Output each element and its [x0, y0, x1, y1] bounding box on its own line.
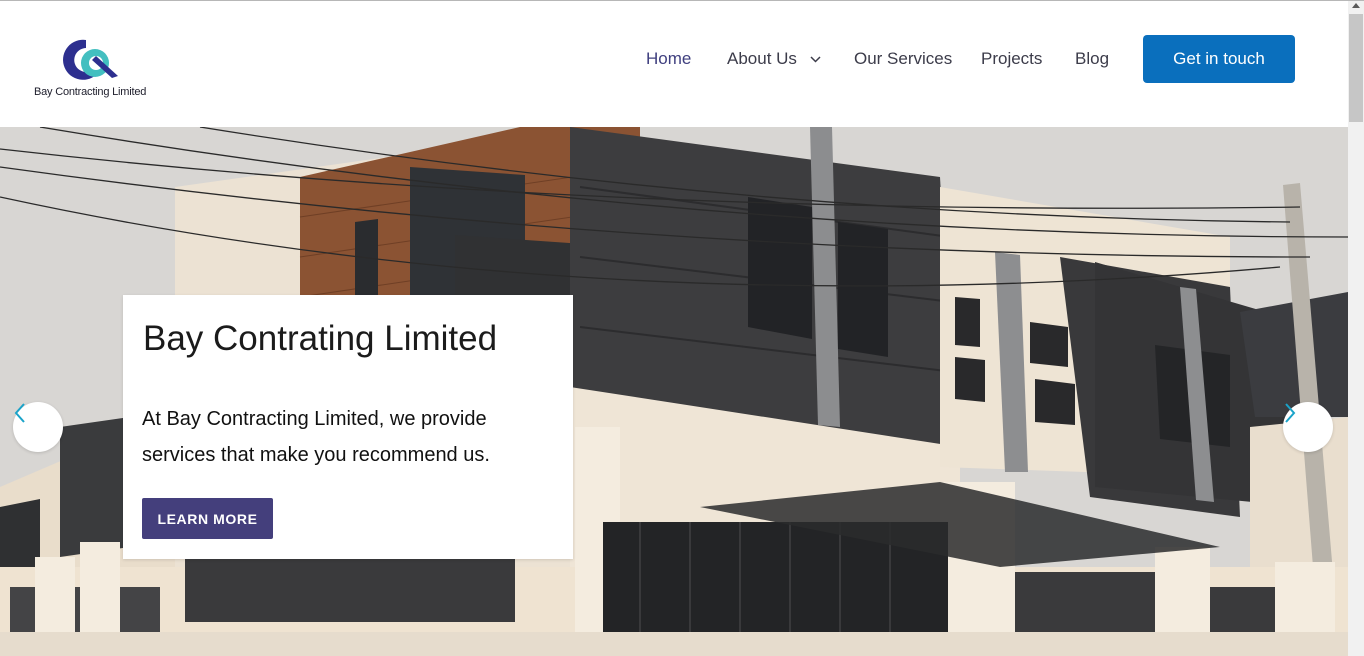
learn-more-button[interactable]: LEARN MORE [142, 498, 273, 539]
nav-home[interactable]: Home [646, 49, 691, 69]
scrollbar-thumb[interactable] [1349, 14, 1363, 122]
site-header: Bay Contracting Limited Home About Us Ou… [0, 1, 1348, 127]
hero-text: At Bay Contracting Limited, we provide s… [142, 408, 490, 466]
logo-text: Bay Contracting Limited [34, 86, 147, 98]
get-in-touch-button[interactable]: Get in touch [1143, 35, 1295, 83]
bcl-logo-icon [63, 20, 118, 80]
chevron-down-icon [810, 56, 821, 63]
nav-about-us[interactable]: About Us [727, 49, 821, 69]
chevron-left-icon [14, 403, 25, 423]
slider-next-button[interactable] [1283, 402, 1333, 452]
nav-projects[interactable]: Projects [981, 49, 1042, 69]
slider-prev-button[interactable] [13, 402, 63, 452]
hero-card: Bay Contrating Limited At Bay Contractin… [123, 295, 573, 559]
chevron-right-icon [1285, 403, 1296, 423]
page: Bay Contracting Limited Home About Us Ou… [0, 0, 1348, 656]
hero-slider: Bay Contrating Limited At Bay Contractin… [0, 127, 1348, 656]
nav-about-us-label: About Us [727, 49, 797, 68]
scroll-up-arrow-icon[interactable] [1352, 3, 1360, 8]
logo[interactable]: Bay Contracting Limited [30, 18, 160, 103]
nav-blog[interactable]: Blog [1075, 49, 1109, 69]
window-top-border [0, 0, 1364, 1]
nav-our-services[interactable]: Our Services [854, 49, 952, 69]
hero-title: Bay Contrating Limited [143, 319, 498, 358]
